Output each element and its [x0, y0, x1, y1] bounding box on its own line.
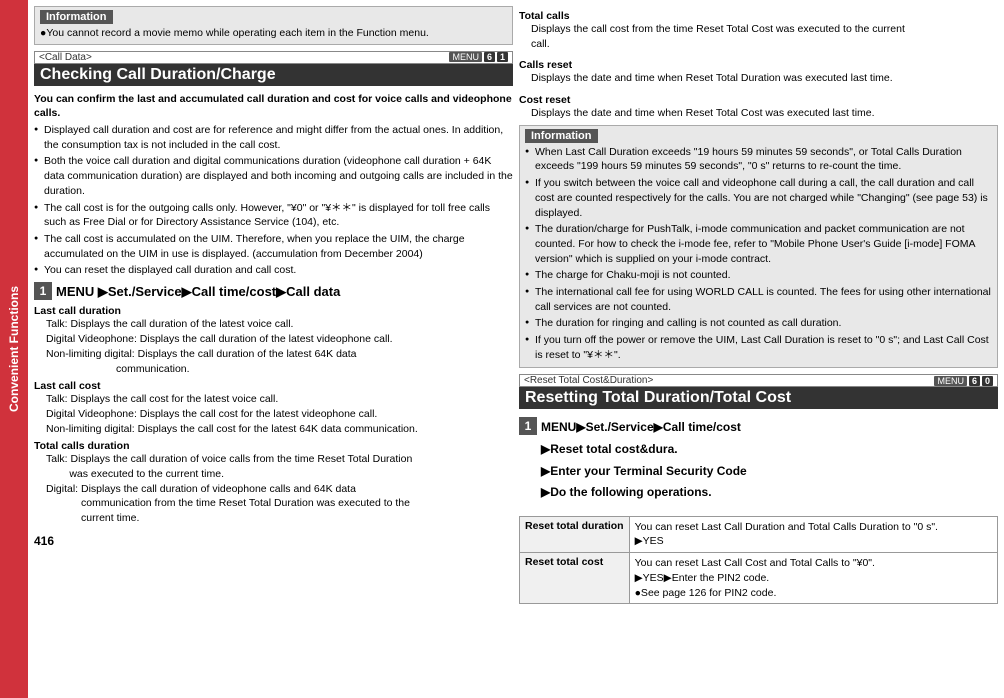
right-info-box: Information When Last Call Duration exce…: [519, 125, 998, 369]
step1: 1 MENU ▶Set./Service▶Call time/cost▶Call…: [34, 282, 513, 302]
reset-step1: 1 MENU▶Set./Service▶Call time/cost ▶Rese…: [519, 417, 998, 503]
sub-label-tc: Total calls: [519, 10, 998, 22]
bullet-3: The call cost is for the outgoing calls …: [34, 201, 513, 230]
step1-number: 1: [34, 282, 52, 300]
right-bullet-6: The duration for ringing and calling is …: [525, 316, 992, 331]
sub-label-tcd: Total calls duration: [34, 440, 513, 452]
menu-num2: 1: [497, 52, 508, 62]
call-data-tag-label: <Call Data>: [39, 52, 92, 63]
reset-cost-label: Reset total cost: [520, 553, 630, 604]
bullet-4: The call cost is accumulated on the UIM.…: [34, 232, 513, 261]
menu-badge: MENU 6 1: [449, 52, 508, 62]
sidebar-label: Convenient Functions: [7, 286, 21, 412]
page-number: 416: [34, 534, 513, 548]
left-info-header: Information: [40, 10, 113, 24]
bullet-1: Displayed call duration and cost are for…: [34, 123, 513, 152]
reset-section-header: <Reset Total Cost&Duration> MENU 6 0 Res…: [519, 374, 998, 409]
sidebar: Convenient Functions: [0, 0, 28, 698]
right-column: Total calls Displays the call cost from …: [519, 6, 998, 692]
sub-label-cr: Calls reset: [519, 59, 998, 71]
call-data-bullets: Displayed call duration and cost are for…: [34, 123, 513, 278]
right-info-bullets: When Last Call Duration exceeds "19 hour…: [525, 145, 992, 363]
left-column: Information ●You cannot record a movie m…: [34, 6, 513, 692]
sub-label-lcc: Last call cost: [34, 380, 513, 392]
last-call-duration: Last call duration Talk: Displays the ca…: [34, 305, 513, 376]
reset-step1-text: MENU▶Set./Service▶Call time/cost ▶Reset …: [541, 417, 747, 503]
reset-table: Reset total duration You can reset Last …: [519, 516, 998, 604]
right-bullet-2: If you switch between the voice call and…: [525, 176, 992, 220]
reset-menu-badge: MENU 6 0: [934, 376, 993, 386]
call-data-tag: <Call Data> MENU 6 1: [34, 51, 513, 64]
sub-content-lcd: Talk: Displays the call duration of the …: [34, 317, 513, 376]
call-data-header: <Call Data> MENU 6 1 Checking Call Durat…: [34, 51, 513, 86]
reset-section-tag: <Reset Total Cost&Duration> MENU 6 0: [519, 374, 998, 387]
reset-cost-content: You can reset Last Call Cost and Total C…: [629, 553, 997, 604]
right-bullet-4: The charge for Chaku-moji is not counted…: [525, 268, 992, 283]
reset-duration-label: Reset total duration: [520, 516, 630, 552]
call-data-intro: You can confirm the last and accumulated…: [34, 92, 513, 121]
reset-menu-num2: 0: [982, 376, 993, 386]
sub-content-cost-reset: Displays the date and time when Reset To…: [519, 106, 998, 121]
total-calls-duration: Total calls duration Talk: Displays the …: [34, 440, 513, 525]
reset-menu-label: MENU: [541, 420, 576, 434]
sub-content-lcc: Talk: Displays the call cost for the lat…: [34, 392, 513, 436]
reset-menu-num1: 6: [969, 376, 980, 386]
bullet-5: You can reset the displayed call duratio…: [34, 263, 513, 278]
reset-cost-action: ▶YES▶Enter the PIN2 code.: [635, 571, 992, 586]
right-info-header: Information: [525, 129, 598, 143]
reset-cost-note: ●See page 126 for PIN2 code.: [635, 586, 992, 601]
reset-section-title: Resetting Total Duration/Total Cost: [519, 387, 998, 409]
reset-duration-text: You can reset Last Call Duration and Tot…: [635, 520, 992, 535]
reset-duration-content: You can reset Last Call Duration and Tot…: [629, 516, 997, 552]
left-info-box: Information ●You cannot record a movie m…: [34, 6, 513, 45]
right-bullet-1: When Last Call Duration exceeds "19 hour…: [525, 145, 992, 174]
last-call-cost: Last call cost Talk: Displays the call c…: [34, 380, 513, 436]
sub-content-tcd: Talk: Displays the call duration of voic…: [34, 452, 513, 525]
cost-reset: Cost reset Displays the date and time wh…: [519, 94, 998, 121]
step1-text: MENU ▶Set./Service▶Call time/cost▶Call d…: [56, 282, 340, 302]
bullet-2: Both the voice call duration and digital…: [34, 154, 513, 198]
sub-label-lcd: Last call duration: [34, 305, 513, 317]
table-row-duration: Reset total duration You can reset Last …: [520, 516, 998, 552]
right-bullet-5: The international call fee for using WOR…: [525, 285, 992, 314]
reset-duration-action: ▶YES: [635, 534, 992, 549]
table-row-cost: Reset total cost You can reset Last Call…: [520, 553, 998, 604]
reset-tag-label: <Reset Total Cost&Duration>: [524, 375, 653, 386]
right-bullet-7: If you turn off the power or remove the …: [525, 333, 992, 362]
calls-reset: Calls reset Displays the date and time w…: [519, 59, 998, 86]
left-info-text: ●You cannot record a movie memo while op…: [40, 26, 507, 41]
sub-label-cost-reset: Cost reset: [519, 94, 998, 106]
total-calls: Total calls Displays the call cost from …: [519, 10, 998, 51]
menu-icon: MENU: [449, 52, 482, 62]
menu-label: MENU: [56, 284, 94, 299]
call-data-title: Checking Call Duration/Charge: [34, 64, 513, 86]
right-bullet-3: The duration/charge for PushTalk, i-mode…: [525, 222, 992, 266]
menu-num1: 6: [484, 52, 495, 62]
sub-content-cr: Displays the date and time when Reset To…: [519, 71, 998, 86]
call-data-body: You can confirm the last and accumulated…: [34, 90, 513, 528]
reset-menu-icon: MENU: [934, 376, 967, 386]
reset-step1-number: 1: [519, 417, 537, 435]
reset-cost-text: You can reset Last Call Cost and Total C…: [635, 556, 992, 571]
sub-content-tc: Displays the call cost from the time Res…: [519, 22, 998, 51]
